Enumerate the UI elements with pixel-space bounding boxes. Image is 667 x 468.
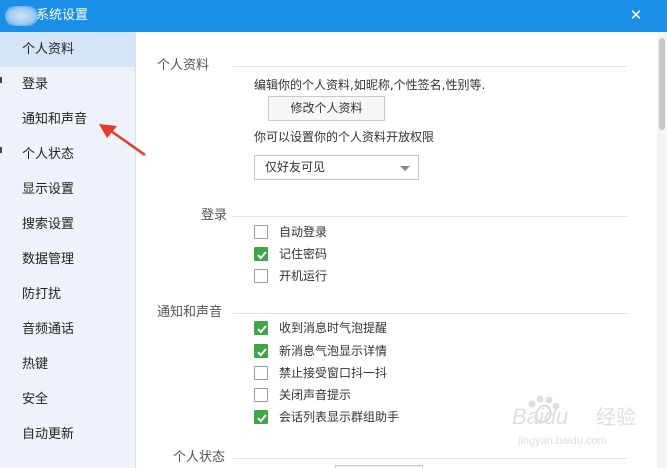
- section-divider: [233, 66, 627, 67]
- checkmark-icon: [257, 325, 267, 334]
- checkbox-label: 开机运行: [279, 269, 328, 283]
- checkbox-box[interactable]: [254, 344, 268, 358]
- watermark-url: jingyan.baidu.com: [517, 435, 607, 447]
- sidebar-item-do-not-disturb[interactable]: 防打扰: [0, 277, 135, 312]
- sidebar-item-auto-update[interactable]: 自动更新: [0, 417, 135, 452]
- checkbox-label: 关闭声音提示: [279, 388, 352, 402]
- app-icon-blurred: [5, 6, 38, 26]
- checkmark-icon: [257, 348, 267, 357]
- sidebar-item-audio-call[interactable]: 音频通话: [0, 312, 135, 347]
- edit-profile-button[interactable]: 修改个人资料: [268, 96, 385, 121]
- arrow-icon: [99, 124, 146, 157]
- checkbox-box[interactable]: [254, 321, 268, 335]
- sidebar-item-security[interactable]: 安全: [0, 382, 135, 417]
- sidebar-item-profile[interactable]: 个人资料: [0, 32, 135, 67]
- sidebar-item-hotkeys[interactable]: 热键: [0, 347, 135, 382]
- checkbox-label: 自动登录: [279, 225, 328, 239]
- watermark-brand: Baidu: [512, 404, 568, 429]
- checkmark-icon: [257, 414, 267, 423]
- sidebar-item-search[interactable]: 搜索设置: [0, 207, 135, 242]
- sidebar-item-display[interactable]: 显示设置: [0, 172, 135, 207]
- window-title: 系统设置: [36, 8, 89, 23]
- settings-window: 系统设置 ✕ 个人资料 登录 通知和声音 个人状态 显示设置 搜索设置 数据管理…: [0, 0, 667, 468]
- title-bar: 系统设置 ✕: [0, 0, 667, 32]
- sidebar-item-login[interactable]: 登录: [0, 67, 135, 102]
- section-title-status: 个人状态: [173, 450, 226, 465]
- checkbox-label: 禁止接受窗口抖一抖: [279, 366, 388, 380]
- sidebar-item-data[interactable]: 数据管理: [0, 242, 135, 277]
- checkbox-box[interactable]: [254, 225, 268, 239]
- section-divider: [233, 216, 627, 217]
- watermark-text: 经验: [596, 405, 636, 429]
- scrollbar-thumb[interactable]: [659, 38, 665, 130]
- checkbox-label: 记住密码: [279, 247, 328, 261]
- settings-sidebar: 个人资料 登录 通知和声音 个人状态 显示设置 搜索设置 数据管理 防打扰 音频…: [0, 32, 136, 468]
- permission-text: 你可以设置你的个人资料开放权限: [254, 130, 435, 144]
- baidu-watermark: Baidu 经验 jingyan.baidu.com: [512, 395, 636, 447]
- chevron-down-icon: [400, 166, 410, 171]
- checkbox-label: 收到消息时气泡提醒: [279, 321, 388, 335]
- checkbox-box[interactable]: [254, 269, 268, 283]
- edge-artifact: [0, 77, 2, 83]
- checkmark-icon: [257, 251, 267, 260]
- section-title-login: 登录: [201, 208, 228, 223]
- checkbox-label: 新消息气泡显示详情: [279, 344, 388, 358]
- edge-artifact: [0, 147, 2, 153]
- permission-select-value: 仅好友可见: [265, 160, 326, 174]
- checkbox-label: 会话列表显示群组助手: [279, 410, 400, 424]
- close-icon[interactable]: ✕: [627, 6, 645, 24]
- section-title-notifications: 通知和声音: [157, 305, 223, 320]
- checkbox-box[interactable]: [254, 247, 268, 261]
- checkbox-box[interactable]: [254, 388, 268, 402]
- checkbox-box[interactable]: [254, 410, 268, 424]
- section-title-profile: 个人资料: [157, 58, 210, 73]
- section-divider: [233, 313, 627, 314]
- profile-description: 编辑你的个人资料,如昵称,个性签名,性别等.: [254, 78, 486, 92]
- permission-select[interactable]: 仅好友可见: [254, 155, 419, 180]
- checkbox-box[interactable]: [254, 366, 268, 380]
